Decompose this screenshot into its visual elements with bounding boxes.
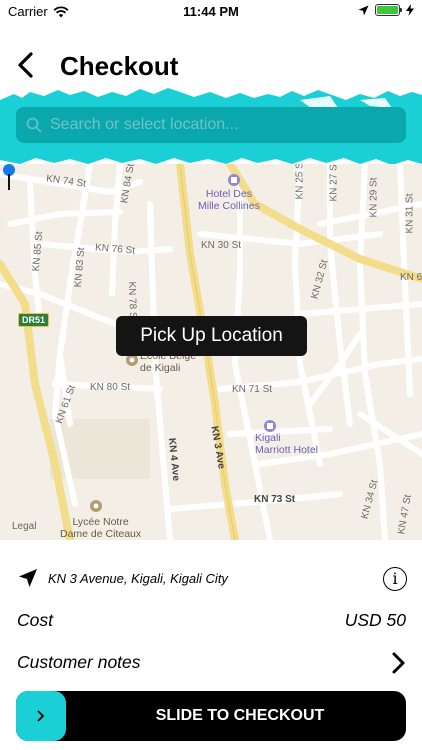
search-input[interactable] [50, 116, 390, 134]
location-pin-icon [3, 164, 15, 190]
slide-to-checkout-label: SLIDE TO CHECKOUT [155, 707, 325, 724]
location-search-box[interactable] [16, 107, 406, 143]
address-row: KN 3 Avenue, Kigali, Kigali City i [0, 563, 422, 593]
poi-hotel-des-mille-collines: Hotel Des Mille Collines [198, 188, 260, 212]
back-chevron-icon [18, 52, 33, 78]
pickup-location-tooltip: Pick Up Location [116, 316, 307, 356]
slider-handle[interactable] [16, 691, 66, 741]
poi-lycee-notre-dame: Lycée Notre Dame de Citeaux [60, 516, 142, 540]
info-icon[interactable]: i [383, 567, 407, 591]
slide-to-checkout-control[interactable]: SLIDE TO CHECKOUT [16, 691, 406, 741]
location-arrow-icon [358, 5, 369, 15]
street-label: KN 25 St [294, 164, 306, 200]
hotel-icon [264, 420, 276, 432]
school-icon [90, 500, 102, 512]
street-label: KN 71 St [232, 384, 273, 395]
poi-kigali-marriott: Kigali Marriott Hotel [255, 432, 319, 456]
customer-notes-row[interactable]: Customer notes [0, 648, 422, 678]
page-title: Checkout [60, 51, 179, 81]
street-label: KN 6 [400, 272, 422, 283]
status-bar: Carrier 11:44 PM [0, 0, 422, 22]
battery-icon [375, 4, 402, 16]
map-legal-link[interactable]: Legal [12, 521, 36, 532]
street-label: KN 29 St [368, 177, 380, 218]
street-label: KN 80 St [90, 382, 131, 393]
status-right [358, 4, 414, 16]
charging-bolt-icon [406, 4, 414, 16]
street-label: KN 30 St [201, 240, 242, 251]
hotel-icon [228, 174, 240, 186]
back-button[interactable] [12, 48, 44, 82]
navigation-bar: Checkout [0, 40, 422, 90]
chevron-right-icon [392, 652, 405, 674]
chevron-right-icon [37, 710, 44, 722]
street-label: KN 27 St [328, 164, 340, 202]
customer-notes-label: Customer notes [17, 652, 141, 672]
search-icon [26, 117, 42, 133]
cost-row: Cost USD 50 [0, 606, 422, 636]
map-view[interactable]: KN 74 St KN 84 St KN 85 St KN 76 St KN 8… [0, 164, 422, 540]
cost-value: USD 50 [344, 610, 406, 630]
address-text: KN 3 Avenue, Kigali, Kigali City [48, 571, 228, 586]
street-label: KN 73 St [254, 494, 296, 505]
navigation-arrow-icon [19, 569, 37, 587]
cost-label: Cost [17, 610, 53, 630]
street-label: KN 31 St [404, 193, 416, 234]
road-badge: DR51 [18, 313, 50, 327]
